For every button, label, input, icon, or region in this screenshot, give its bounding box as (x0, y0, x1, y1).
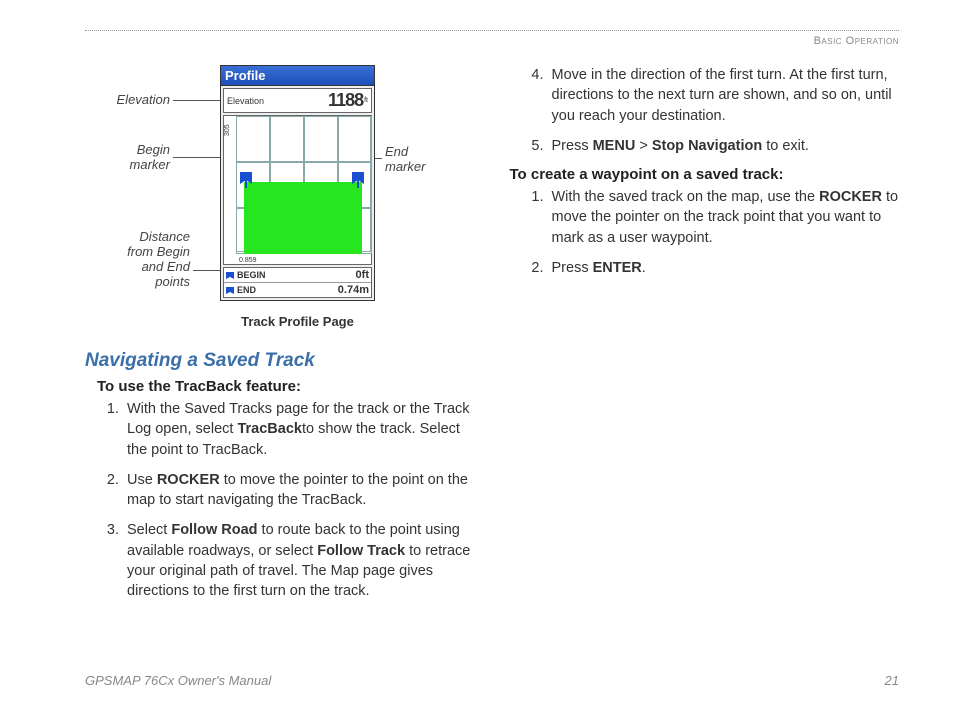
profile-plot: 305 0.859 (223, 115, 372, 265)
device-title: Profile (221, 66, 374, 86)
end-row-label: END (237, 285, 338, 295)
label-elevation: Elevation (85, 93, 170, 108)
begin-flag-icon (240, 172, 252, 184)
waypoint-steps: With the saved track on the map, use the… (548, 187, 900, 278)
begin-row-value: 0ft (356, 269, 369, 281)
label-distance: Distance from Begin and End points (85, 230, 190, 290)
subheading-tracback: To use the TracBack feature: (97, 378, 475, 395)
begin-row-label: BEGIN (237, 270, 356, 280)
list-item: Use ROCKER to move the pointer to the po… (123, 470, 475, 511)
section-header: Basic Operation (85, 35, 899, 47)
elev-field-label: Elevation (227, 96, 328, 106)
label-begin-marker: Begin marker (85, 143, 170, 173)
y-tick: 305 (224, 124, 231, 136)
figure-caption: Track Profile Page (220, 314, 375, 329)
elev-unit: ft (364, 97, 368, 104)
tracback-steps-cont: Move in the direction of the first turn.… (548, 65, 900, 156)
tracback-steps: With the Saved Tracks page for the track… (123, 399, 475, 602)
list-item: Select Follow Road to route back to the … (123, 520, 475, 601)
track-profile-figure: Elevation Begin marker End marker Distan… (85, 65, 475, 330)
list-item: Press ENTER. (548, 258, 900, 278)
end-flag-icon (352, 172, 364, 184)
flag-icon (226, 272, 234, 279)
list-item: With the saved track on the map, use the… (548, 187, 900, 248)
list-item: With the Saved Tracks page for the track… (123, 399, 475, 460)
list-item: Move in the direction of the first turn.… (548, 65, 900, 126)
end-row-value: 0.74m (338, 284, 369, 296)
list-item: Press MENU > Stop Navigation to exit. (548, 136, 900, 156)
heading-navigating: Navigating a Saved Track (85, 350, 475, 372)
footer-manual-title: GPSMAP 76Cx Owner's Manual (85, 673, 271, 688)
flag-icon (226, 287, 234, 294)
elev-value: 1188 (328, 90, 363, 111)
x-tick: 0.859 (239, 257, 257, 264)
footer-page-number: 21 (885, 673, 899, 688)
device-screen: Profile Elevation 1188 ft (220, 65, 375, 301)
subheading-waypoint: To create a waypoint on a saved track: (510, 166, 900, 183)
label-end-marker: End marker (385, 145, 455, 175)
